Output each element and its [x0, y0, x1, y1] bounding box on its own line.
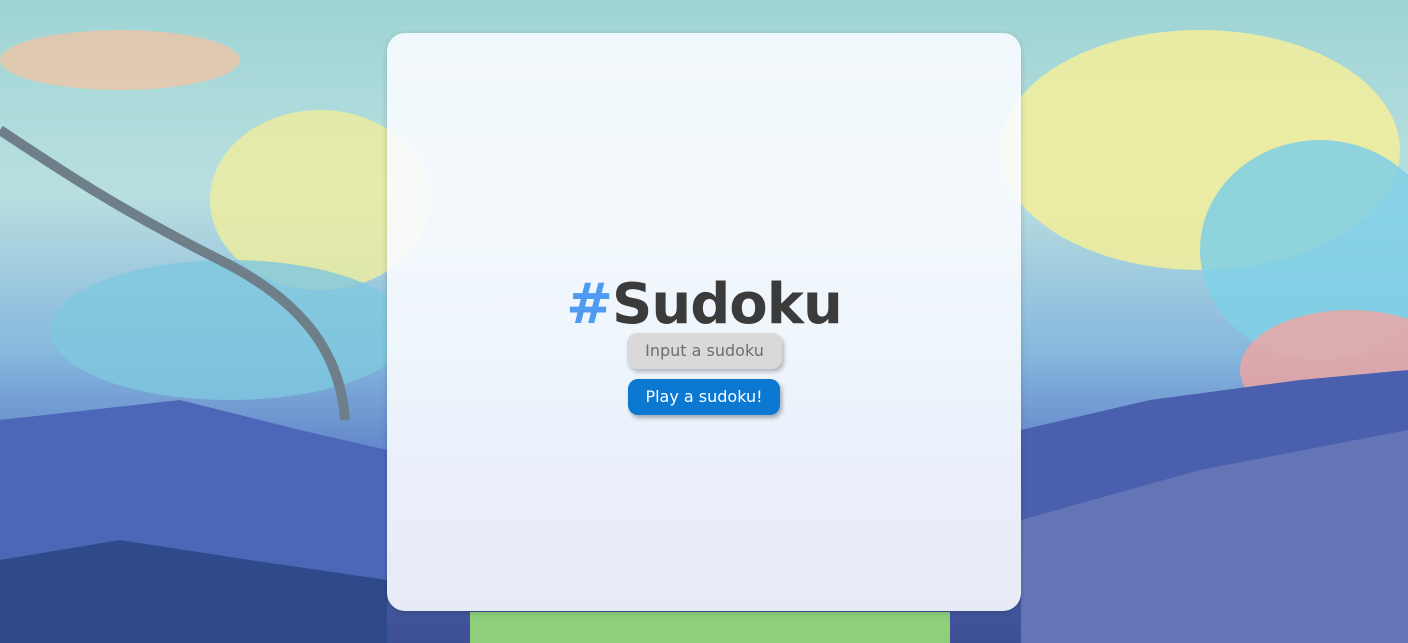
page-title: #Sudoku: [387, 269, 1021, 341]
play-sudoku-button[interactable]: Play a sudoku!: [628, 379, 780, 415]
main-card: #Sudoku Input a sudoku Play a sudoku!: [387, 33, 1021, 611]
input-sudoku-button[interactable]: Input a sudoku: [627, 333, 782, 369]
title-text: Sudoku: [612, 272, 843, 337]
title-hash: #: [566, 272, 613, 337]
